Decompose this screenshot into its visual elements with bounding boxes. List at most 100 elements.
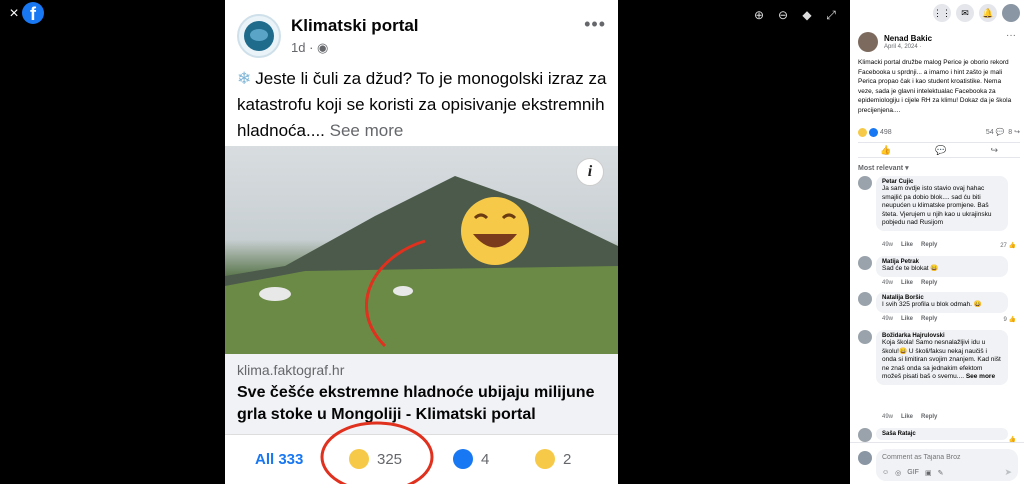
see-more-link[interactable]: See more xyxy=(966,373,995,380)
globe-icon: ◉ xyxy=(317,40,329,55)
haha-icon xyxy=(858,128,867,137)
photo-viewer: × f ⊕ ⊖ ◆ ⤢ Klimatski portal 1d · ◉ ••• … xyxy=(0,0,850,484)
haha-count: 325 xyxy=(377,450,403,468)
share-count[interactable]: 8 ↪ xyxy=(1008,128,1020,136)
info-icon[interactable]: i xyxy=(576,158,604,186)
comment-reply[interactable]: Reply xyxy=(921,414,937,420)
reaction-like[interactable]: 4 xyxy=(453,449,489,469)
red-circle-annotation xyxy=(320,421,434,484)
comment-sort[interactable]: Most relevant ▾ xyxy=(858,164,909,172)
comment-like[interactable]: Like xyxy=(901,280,913,286)
comment-bubble: Natalija Boršic I svih 325 profila u blo… xyxy=(876,292,1008,313)
tag-icon[interactable]: ◆ xyxy=(800,8,814,22)
comment-avatar[interactable] xyxy=(858,330,872,344)
comment-meta: 49w Like Reply xyxy=(882,280,937,286)
comment-button-icon[interactable]: 💬 xyxy=(935,145,946,156)
menu-icon[interactable]: ⋮⋮ xyxy=(933,4,951,22)
author-avatar[interactable] xyxy=(858,32,878,52)
like-button-icon[interactable]: 👍 xyxy=(880,145,891,156)
comment-avatar[interactable] xyxy=(858,256,872,270)
like-count: 4 xyxy=(481,450,490,468)
comment-count[interactable]: 54 💬 xyxy=(986,128,1004,136)
comment-time[interactable]: 49w xyxy=(882,242,893,248)
comment-like[interactable]: Like xyxy=(901,242,913,248)
comment-bubble: Saša Ratajc xyxy=(876,428,1008,440)
gif-icon[interactable]: GIF xyxy=(907,469,919,477)
photo-icon[interactable]: ▣ xyxy=(925,469,932,477)
comment-avatar[interactable] xyxy=(858,428,872,442)
post-screenshot: Klimatski portal 1d · ◉ ••• ❄ Jeste li ču… xyxy=(225,0,618,484)
comment-author[interactable]: Saša Ratajc xyxy=(882,431,1002,437)
post-actions: 👍 💬 ↪ xyxy=(858,142,1020,158)
reactions-all-tab[interactable]: All 333 xyxy=(255,451,303,468)
zoom-in-icon[interactable]: ⊕ xyxy=(752,8,766,22)
send-icon[interactable]: ➤ xyxy=(1004,467,1012,478)
viewer-toolbar: ⊕ ⊖ ◆ ⤢ xyxy=(752,8,838,22)
close-icon[interactable]: × xyxy=(6,6,22,22)
author-date[interactable]: April 4, 2024 · xyxy=(884,44,921,50)
globe-logo-icon xyxy=(244,21,274,51)
comment-reply[interactable]: Reply xyxy=(921,316,937,322)
more-options-icon[interactable]: ••• xyxy=(584,14,606,35)
zoom-out-icon[interactable]: ⊖ xyxy=(776,8,790,22)
yurt-shape xyxy=(259,287,291,301)
fullscreen-icon[interactable]: ⤢ xyxy=(824,8,838,22)
comment-text: Koja škola! Samo nesnalažljivi idu u ško… xyxy=(882,339,1002,382)
emoji-icon[interactable]: ◎ xyxy=(895,469,901,477)
comment-bubble: Božidarka Hajrulovski Koja škola! Samo n… xyxy=(876,330,1008,385)
profile-avatar[interactable] xyxy=(1002,4,1020,22)
post-text: ❄ Jeste li čuli za džud? To je monogolski… xyxy=(237,66,612,144)
mountain-landscape xyxy=(225,176,618,354)
share-button-icon[interactable]: ↪ xyxy=(990,145,998,156)
comment-bubble: Petar Cujic Ja sam ovdje isto stavio ova… xyxy=(876,176,1008,231)
comment-reply[interactable]: Reply xyxy=(921,242,937,248)
sad-icon xyxy=(535,449,555,469)
post-header: Klimatski portal 1d · ◉ ••• xyxy=(237,14,606,60)
reactions-bar: All 333 325 4 2 xyxy=(225,421,618,484)
avatar-sticker-icon[interactable]: ✎ xyxy=(938,469,944,477)
yurt-shape xyxy=(393,286,413,296)
like-icon xyxy=(453,449,473,469)
post-time-text: 1d · xyxy=(291,40,318,55)
comment-reply[interactable]: Reply xyxy=(921,280,937,286)
comment-input-box[interactable]: ☺ ◎ GIF ▣ ✎ ➤ xyxy=(876,449,1018,481)
comment-text: Sad će te blokat 😄 xyxy=(882,265,939,272)
reaction-haha[interactable]: 325 xyxy=(349,449,402,469)
comment-bubble: Matija Petrak Sad će te blokat 😄 xyxy=(876,256,1008,277)
post-body: Jeste li čuli za džud? To je monogolski … xyxy=(237,69,607,140)
comment-composer: ☺ ◎ GIF ▣ ✎ ➤ xyxy=(850,442,1024,484)
snowflake-icon: ❄ xyxy=(237,69,252,88)
facebook-logo[interactable]: f xyxy=(22,2,44,24)
more-icon[interactable]: ··· xyxy=(1006,30,1016,41)
haha-icon xyxy=(349,449,369,469)
sidebar-topbar: ⋮⋮ ✉ 🔔 xyxy=(850,0,1024,26)
laughing-emoji-icon xyxy=(461,197,529,265)
comment-time[interactable]: 49w xyxy=(882,280,893,286)
comment-time[interactable]: 49w xyxy=(882,316,893,322)
reaction-summary[interactable]: 498 xyxy=(858,128,892,137)
comment-like[interactable]: Like xyxy=(901,414,913,420)
see-more-link[interactable]: See more xyxy=(330,121,404,140)
comment-time[interactable]: 49w xyxy=(882,414,893,420)
reaction-sad[interactable]: 2 xyxy=(535,449,571,469)
comment-input[interactable] xyxy=(882,454,1002,461)
messenger-icon[interactable]: ✉ xyxy=(956,4,974,22)
sticker-icon[interactable]: ☺ xyxy=(882,469,889,477)
composer-avatar xyxy=(858,451,872,465)
comment-reactions[interactable]: 9 👍 xyxy=(1004,316,1016,323)
reaction-count: 498 xyxy=(880,129,892,136)
sad-count: 2 xyxy=(563,450,572,468)
comment-text: I svih 325 profila u blok odmah. 😄 xyxy=(882,301,982,308)
post-image[interactable]: i xyxy=(225,146,618,354)
post-time: 1d · ◉ xyxy=(291,40,328,56)
comment-avatar[interactable] xyxy=(858,292,872,306)
comment-avatar[interactable] xyxy=(858,176,872,190)
notifications-icon[interactable]: 🔔 xyxy=(979,4,997,22)
comment-reactions[interactable]: 27 👍 xyxy=(1000,242,1016,249)
page-avatar[interactable] xyxy=(237,14,281,58)
post-sidebar: ⋮⋮ ✉ 🔔 Nenad Bakic April 4, 2024 · ··· K… xyxy=(850,0,1024,484)
author-name[interactable]: Nenad Bakic xyxy=(884,34,932,43)
page-name[interactable]: Klimatski portal xyxy=(291,16,419,36)
comment-like[interactable]: Like xyxy=(901,316,913,322)
comment-meta: 49w Like Reply xyxy=(882,414,937,420)
